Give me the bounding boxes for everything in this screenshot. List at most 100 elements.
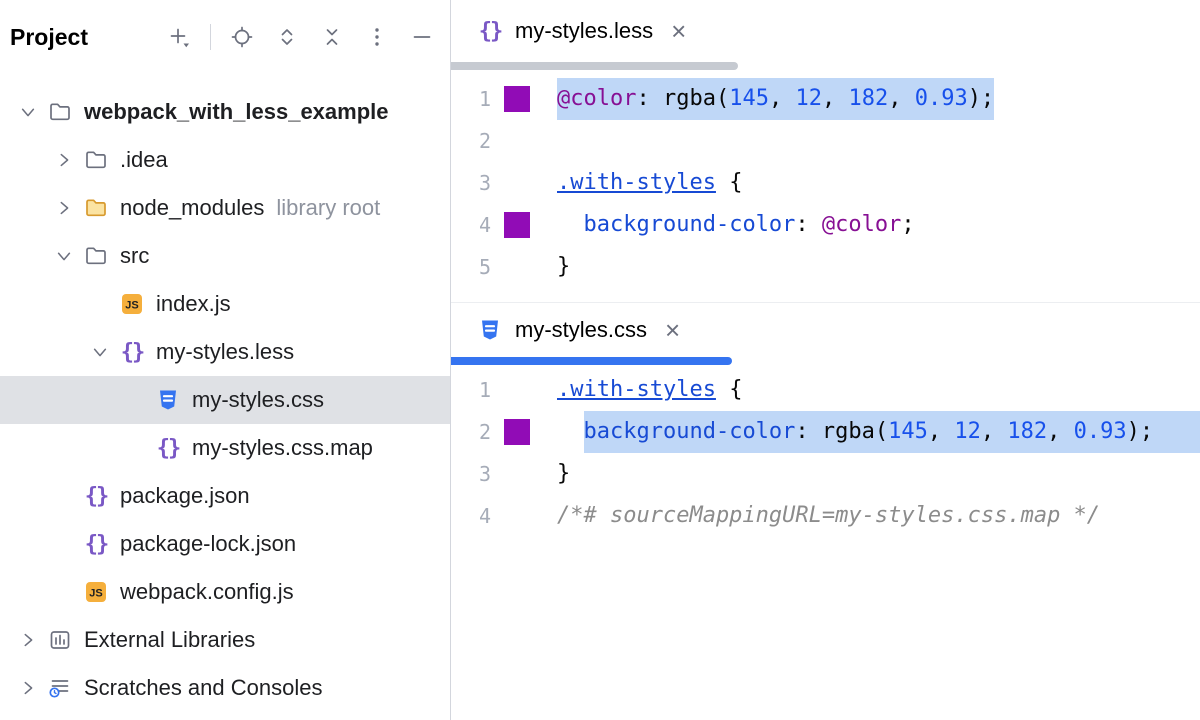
braces-file-icon: {} [477, 19, 503, 44]
close-icon[interactable]: × [665, 317, 680, 343]
svg-text:JS: JS [89, 588, 102, 600]
chevron-down-icon[interactable] [10, 103, 46, 121]
swatch-spacer [504, 369, 531, 411]
chevron-right-icon[interactable] [10, 631, 46, 649]
tree-item-label: webpack.config.js [120, 579, 294, 605]
braces-icon: {} [118, 340, 146, 365]
locate-button[interactable] [228, 23, 256, 51]
selection-fill [1153, 411, 1200, 453]
code-text: .with-styles { [557, 162, 742, 204]
tab-bar-less: {} my-styles.less × [451, 0, 1200, 62]
color-swatch[interactable] [504, 204, 531, 246]
add-button[interactable] [165, 23, 193, 51]
chevron-right-icon[interactable] [46, 199, 82, 217]
line-number: 4 [451, 204, 491, 246]
line-number: 3 [451, 162, 491, 204]
tree-item-label: my-styles.css [192, 387, 324, 413]
code-text: background-color: rgba(145, 12, 182, 0.9… [557, 411, 1153, 453]
css-file-icon [477, 318, 503, 342]
tree-item-webpack-with-less-example[interactable]: webpack_with_less_example [0, 88, 450, 136]
project-panel-title: Project [10, 24, 88, 51]
project-tool-window: Project webpack_with_less_example .idea no… [0, 0, 451, 720]
tree-item-label: src [120, 243, 149, 269]
library-root-badge: library root [276, 195, 380, 221]
hide-button[interactable] [408, 23, 436, 51]
code-line-3[interactable]: 3 .with-styles { [451, 162, 1200, 204]
code-area-less[interactable]: 1 @color: rgba(145, 12, 182, 0.93);23 .wit… [451, 70, 1200, 288]
tree-item-label: package.json [120, 483, 250, 509]
tree-item-label: my-styles.css.map [192, 435, 373, 461]
libraries-icon [46, 628, 74, 652]
color-swatch[interactable] [504, 78, 531, 120]
tab-my-styles-css[interactable]: my-styles.css × [477, 317, 680, 343]
color-swatch[interactable] [504, 411, 531, 453]
braces-icon: {} [82, 532, 110, 557]
tree-item-package-json[interactable]: {} package.json [0, 472, 450, 520]
tree-item-my-styles-less[interactable]: {} my-styles.less [0, 328, 450, 376]
code-text: .with-styles { [557, 369, 742, 411]
code-line-2[interactable]: 2 [451, 120, 1200, 162]
tree-item-label: .idea [120, 147, 168, 173]
line-number: 5 [451, 246, 491, 288]
line-number: 2 [451, 411, 491, 453]
code-line-3[interactable]: 3} [451, 453, 1200, 495]
project-panel-header: Project [0, 0, 450, 74]
tree-item-webpack-config-js[interactable]: JS webpack.config.js [0, 568, 450, 616]
tree-item-label: node_modules [120, 195, 264, 221]
code-line-4[interactable]: 4/*# sourceMappingURL=my-styles.css.map … [451, 495, 1200, 537]
scratches-icon [46, 676, 74, 700]
tree-item-scratches-and-consoles[interactable]: Scratches and Consoles [0, 664, 450, 712]
folder-icon [82, 148, 110, 172]
folder-icon [82, 244, 110, 268]
tree-item-src[interactable]: src [0, 232, 450, 280]
tree-item-label: package-lock.json [120, 531, 296, 557]
editor-split-css: my-styles.css × 1.with-styles {2 backgro… [451, 302, 1200, 720]
expand-all-button[interactable] [273, 23, 301, 51]
code-line-5[interactable]: 5} [451, 246, 1200, 288]
js-icon: JS [82, 580, 110, 604]
swatch-spacer [504, 120, 531, 162]
svg-text:JS: JS [125, 300, 138, 312]
tree-item-node-modules[interactable]: node_modules library root [0, 184, 450, 232]
tab-label: my-styles.less [515, 18, 653, 44]
editor-split-less: {} my-styles.less × 1 @color: rgba(145, 1… [451, 0, 1200, 302]
chevron-down-icon[interactable] [46, 247, 82, 265]
chevron-right-icon[interactable] [10, 679, 46, 697]
collapse-all-button[interactable] [318, 23, 346, 51]
folder-icon [46, 100, 74, 124]
tree-item-package-lock-json[interactable]: {} package-lock.json [0, 520, 450, 568]
more-button[interactable] [363, 23, 391, 51]
toolbar-separator [210, 24, 211, 50]
tree-item-label: webpack_with_less_example [84, 99, 389, 125]
line-number: 1 [451, 78, 491, 120]
tab-underline-active [451, 357, 732, 365]
tree-item-idea[interactable]: .idea [0, 136, 450, 184]
code-line-2[interactable]: 2 background-color: rgba(145, 12, 182, 0… [451, 411, 1200, 453]
code-text: /*# sourceMappingURL=my-styles.css.map *… [557, 495, 1100, 537]
chevron-right-icon[interactable] [46, 151, 82, 169]
code-line-1[interactable]: 1.with-styles { [451, 369, 1200, 411]
tree-item-label: my-styles.less [156, 339, 294, 365]
tab-my-styles-less[interactable]: {} my-styles.less × [477, 18, 686, 44]
code-area-css[interactable]: 1.with-styles {2 background-color: rgba(… [451, 365, 1200, 537]
code-line-4[interactable]: 4 background-color: @color; [451, 204, 1200, 246]
code-text: @color: rgba(145, 12, 182, 0.93); [557, 78, 994, 120]
tree-item-label: index.js [156, 291, 231, 317]
tab-label: my-styles.css [515, 317, 647, 343]
swatch-spacer [504, 162, 531, 204]
code-line-1[interactable]: 1 @color: rgba(145, 12, 182, 0.93); [451, 78, 1200, 120]
chevron-down-icon[interactable] [82, 343, 118, 361]
close-icon[interactable]: × [671, 18, 686, 44]
tree-item-external-libraries[interactable]: External Libraries [0, 616, 450, 664]
project-tree: webpack_with_less_example .idea node_modul… [0, 74, 450, 712]
tree-item-my-styles-css[interactable]: my-styles.css [0, 376, 450, 424]
swatch-spacer [504, 495, 531, 537]
tree-item-my-styles-css-map[interactable]: {} my-styles.css.map [0, 424, 450, 472]
swatch-spacer [504, 246, 531, 288]
js-icon: JS [118, 292, 146, 316]
braces-icon: {} [82, 484, 110, 509]
tree-item-index-js[interactable]: JS index.js [0, 280, 450, 328]
folder-orange-icon [82, 196, 110, 220]
css-icon [154, 388, 182, 412]
braces-icon: {} [154, 436, 182, 461]
